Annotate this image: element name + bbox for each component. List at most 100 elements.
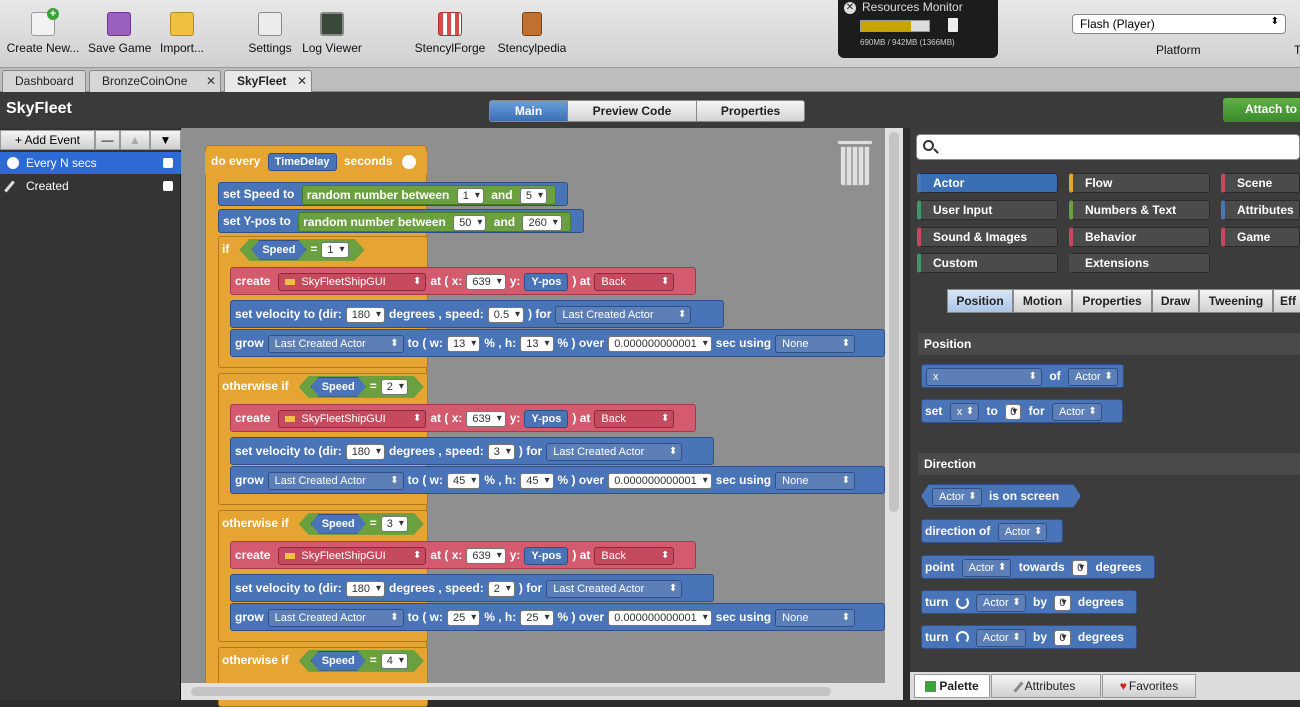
condition-value-field[interactable]: 4 <box>381 653 408 669</box>
time-delay-variable[interactable]: TimeDelay <box>267 152 337 171</box>
easing-dropdown[interactable]: None <box>775 471 856 490</box>
tab-dashboard[interactable]: Dashboard <box>2 70 86 92</box>
direction-field[interactable]: 180 <box>345 443 386 460</box>
condition-block[interactable]: Speed = 1 <box>239 239 364 261</box>
actor-dropdown[interactable]: Actor <box>976 628 1026 647</box>
category-behavior[interactable]: Behavior <box>1069 227 1210 247</box>
subtab-properties[interactable]: Properties <box>1072 289 1152 313</box>
layer-dropdown[interactable]: Back <box>594 409 675 428</box>
actor-target-dropdown[interactable]: Last Created Actor <box>267 471 404 490</box>
width-field[interactable]: 25 <box>447 609 481 626</box>
actor-dropdown[interactable]: Actor <box>1052 402 1102 421</box>
tab-attributes[interactable]: Attributes <box>991 674 1101 698</box>
create-actor-block[interactable]: create SkyFleetShipGUI at ( x:639y:Y-pos) … <box>230 404 696 432</box>
is-on-screen-block[interactable]: Actor is on screen <box>921 484 1081 508</box>
trash-can-icon[interactable] <box>837 138 873 186</box>
x-field-dropdown[interactable]: x <box>926 367 1042 386</box>
speed-variable[interactable]: Speed <box>311 514 366 534</box>
easing-dropdown[interactable]: None <box>775 334 856 353</box>
category-actor[interactable]: Actor <box>917 173 1058 193</box>
direction-of-block[interactable]: direction of Actor <box>921 519 1063 543</box>
remove-event-button[interactable]: — <box>95 130 120 150</box>
close-tab-icon[interactable]: ✕ <box>206 74 216 88</box>
category-extensions[interactable]: Extensions <box>1069 253 1210 273</box>
save-game-button[interactable]: Save Game <box>88 6 151 55</box>
grow-block[interactable]: growLast Created Actorto ( w: 13% , h:13%… <box>230 329 885 357</box>
actor-dropdown[interactable]: Actor <box>961 558 1012 577</box>
tab-bronzecoinone[interactable]: BronzeCoinOne ✕ <box>89 70 221 92</box>
x-value-field[interactable]: 639 <box>466 273 506 290</box>
set-speed-block[interactable]: set Speed to random number between 1 and… <box>218 182 568 206</box>
import-button[interactable]: Import... <box>156 6 208 55</box>
actor-type-dropdown[interactable]: SkyFleetShipGUI <box>278 272 427 291</box>
close-icon[interactable]: ✕ <box>844 2 856 14</box>
position-getter-block[interactable]: x of Actor <box>921 364 1124 388</box>
subtab-position[interactable]: Position <box>947 289 1013 313</box>
easing-dropdown[interactable]: None <box>775 608 856 627</box>
speed-field[interactable]: 3 <box>487 443 515 460</box>
duration-field[interactable]: 0.000000000001 <box>608 609 712 626</box>
actor-type-dropdown[interactable]: SkyFleetShipGUI <box>278 409 427 428</box>
x-value-field[interactable]: 639 <box>466 410 506 427</box>
actor-target-dropdown[interactable]: Last Created Actor <box>267 608 404 627</box>
speed-variable[interactable]: Speed <box>251 240 306 260</box>
point-towards-block[interactable]: point Actor towards 0 degrees <box>921 555 1155 579</box>
close-tab-icon[interactable]: ✕ <box>297 74 307 88</box>
set-velocity-block[interactable]: set velocity to (dir:180degrees , speed:… <box>230 300 724 328</box>
value-field[interactable]: 0 <box>1054 594 1071 611</box>
subtab-motion[interactable]: Motion <box>1013 289 1072 313</box>
set-velocity-block[interactable]: set velocity to (dir:180degrees , speed:… <box>230 574 714 602</box>
condition-block[interactable]: Speed = 3 <box>299 513 424 535</box>
speed-field[interactable]: 2 <box>487 580 515 597</box>
add-event-button[interactable]: + Add Event <box>0 130 95 150</box>
set-position-block[interactable]: set x to 0 for Actor <box>921 399 1123 423</box>
turn-counterclockwise-block[interactable]: turn Actor by 0 degrees <box>921 625 1137 649</box>
duration-field[interactable]: 0.000000000001 <box>608 472 712 489</box>
create-actor-block[interactable]: create SkyFleetShipGUI at ( x:639y:Y-pos) … <box>230 267 696 295</box>
category-scene[interactable]: Scene <box>1221 173 1300 193</box>
vertical-scrollbar[interactable] <box>885 128 903 683</box>
settings-button[interactable]: Settings <box>244 6 296 55</box>
turn-clockwise-block[interactable]: turn Actor by 0 degrees <box>921 590 1137 614</box>
speed-variable[interactable]: Speed <box>311 377 366 397</box>
category-user-input[interactable]: User Input <box>917 200 1058 220</box>
tab-properties[interactable]: Properties <box>696 100 805 122</box>
actor-type-dropdown[interactable]: SkyFleetShipGUI <box>278 546 427 565</box>
category-game[interactable]: Game <box>1221 227 1300 247</box>
duration-field[interactable]: 0.000000000001 <box>608 335 712 352</box>
grow-block[interactable]: growLast Created Actorto ( w: 25% , h:25%… <box>230 603 885 631</box>
subtab-draw[interactable]: Draw <box>1152 289 1199 313</box>
condition-block[interactable]: Speed = 4 <box>299 650 424 672</box>
speed-min-field[interactable]: 1 <box>456 187 484 204</box>
category-custom[interactable]: Custom <box>917 253 1058 273</box>
stencylforge-button[interactable]: StencylForge <box>412 6 488 55</box>
stencylpedia-button[interactable]: Stencylpedia <box>494 6 570 55</box>
ypos-variable[interactable]: Y-pos <box>524 272 569 291</box>
speed-field[interactable]: 0.5 <box>487 306 525 323</box>
move-up-button[interactable]: ▲ <box>120 130 150 150</box>
speed-variable[interactable]: Speed <box>311 651 366 671</box>
condition-value-field[interactable]: 3 <box>381 516 408 532</box>
palette-search-input[interactable] <box>916 134 1300 160</box>
category-flow[interactable]: Flow <box>1069 173 1210 193</box>
y-max-field[interactable]: 260 <box>522 214 562 231</box>
category-attributes[interactable]: Attributes <box>1221 200 1300 220</box>
direction-field[interactable]: 180 <box>345 306 386 323</box>
subtab-tweening[interactable]: Tweening <box>1199 289 1273 313</box>
x-value-field[interactable]: 639 <box>466 547 506 564</box>
random-number-block[interactable]: random number between 1 and 5 <box>301 184 557 205</box>
horizontal-scrollbar[interactable] <box>181 683 903 700</box>
condition-block[interactable]: Speed = 2 <box>299 376 424 398</box>
platform-select[interactable]: Flash (Player) ⬍ <box>1072 14 1286 34</box>
condition-value-field[interactable]: 1 <box>321 242 348 258</box>
set-velocity-block[interactable]: set velocity to (dir:180degrees , speed:… <box>230 437 714 465</box>
actor-target-dropdown[interactable]: Last Created Actor <box>267 334 404 353</box>
ypos-variable[interactable]: Y-pos <box>524 409 569 428</box>
actor-target-dropdown[interactable]: Last Created Actor <box>546 579 683 598</box>
create-actor-block[interactable]: create SkyFleetShipGUI at ( x:639y:Y-pos) … <box>230 541 696 569</box>
value-field[interactable]: 0 <box>1072 559 1089 576</box>
tab-favorites[interactable]: ♥ Favorites <box>1102 674 1196 698</box>
width-field[interactable]: 45 <box>447 472 481 489</box>
tab-preview-code[interactable]: Preview Code <box>567 100 697 122</box>
x-field-dropdown[interactable]: x <box>949 402 980 421</box>
